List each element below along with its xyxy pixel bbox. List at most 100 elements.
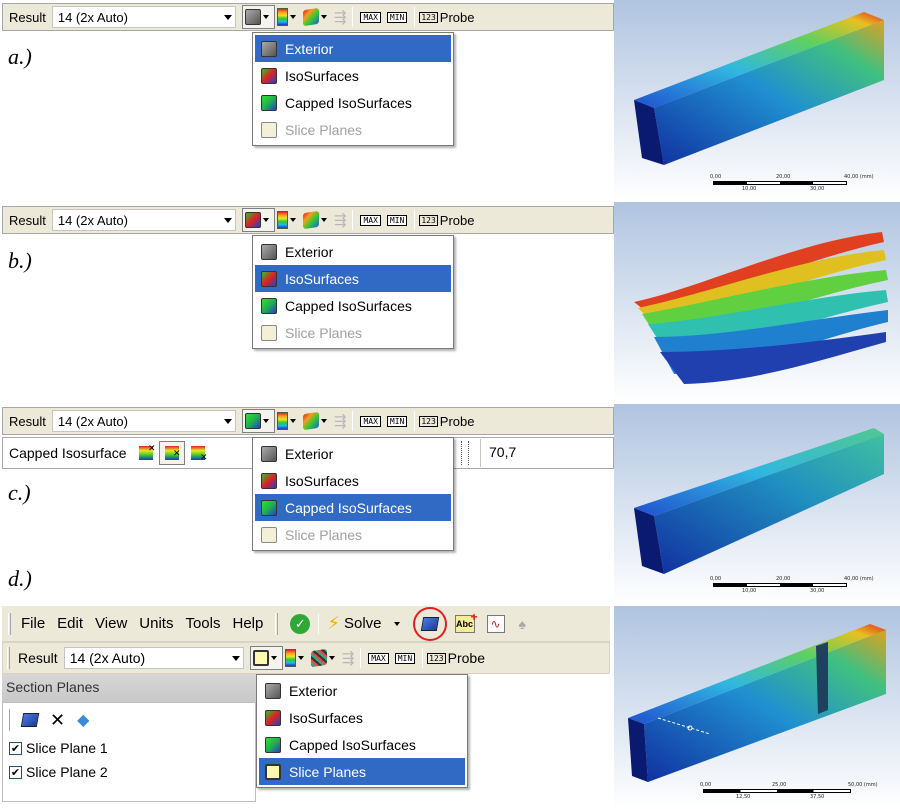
dropdown-arrow-icon bbox=[289, 419, 296, 423]
cap-bottom-button[interactable]: ✕ bbox=[185, 441, 211, 465]
show-plane-icon[interactable]: ◆ bbox=[77, 710, 89, 730]
probe-button[interactable]: 123 Probe bbox=[419, 10, 475, 25]
viewport-image-b bbox=[614, 202, 900, 402]
probe-icon: 123 bbox=[419, 11, 438, 23]
cap-top-button[interactable]: ✕ bbox=[133, 441, 159, 465]
capped-isosurface-label: Capped Isosurface bbox=[9, 445, 127, 461]
slider-handle[interactable] bbox=[461, 441, 469, 465]
slice-plane-row-1[interactable]: ✔ Slice Plane 1 bbox=[9, 740, 108, 756]
contour-button[interactable] bbox=[275, 5, 301, 29]
isosurface-value-field[interactable]: 70,7 bbox=[480, 439, 613, 467]
new-section-plane-button[interactable] bbox=[412, 606, 447, 641]
min-button[interactable]: MIN bbox=[394, 652, 416, 664]
menu-item-exterior[interactable]: Exterior bbox=[259, 677, 465, 704]
edges-button[interactable] bbox=[309, 646, 340, 670]
slice-plane-icon bbox=[261, 526, 277, 543]
vectors-button[interactable]: ⇶ bbox=[332, 409, 349, 433]
menu-item-capped-isosurfaces[interactable]: Capped IsoSurfaces bbox=[259, 731, 465, 758]
menu-help[interactable]: Help bbox=[227, 615, 270, 632]
separator bbox=[352, 210, 354, 230]
delete-icon[interactable]: ✕ bbox=[50, 710, 65, 731]
dropdown-arrow-icon bbox=[289, 218, 296, 222]
new-chart-button[interactable]: ∿ bbox=[486, 614, 505, 633]
scale-combo[interactable]: 14 (2x Auto) bbox=[51, 410, 236, 432]
menu-view[interactable]: View bbox=[89, 615, 133, 632]
dropdown-arrow-icon bbox=[270, 656, 277, 660]
new-section-plane-icon[interactable] bbox=[20, 713, 40, 727]
capped-isosurface-cube-icon bbox=[261, 499, 277, 516]
max-button[interactable]: MAX bbox=[368, 652, 389, 664]
edges-button[interactable] bbox=[301, 409, 332, 433]
menu-item-exterior[interactable]: Exterior bbox=[255, 238, 451, 265]
contour-button[interactable] bbox=[283, 646, 309, 670]
menu-edit[interactable]: Edit bbox=[51, 615, 89, 632]
dropdown-arrow-icon bbox=[320, 419, 327, 423]
menu-item-capped-isosurfaces[interactable]: Capped IsoSurfaces bbox=[255, 292, 451, 319]
menu-file[interactable]: File bbox=[15, 615, 51, 632]
vector-arrows-icon: ⇶ bbox=[333, 413, 347, 430]
toolbar-grip bbox=[8, 612, 11, 635]
menu-item-isosurfaces[interactable]: IsoSurfaces bbox=[255, 62, 451, 89]
scale-combo[interactable]: 14 (2x Auto) bbox=[63, 647, 244, 669]
edges-button[interactable] bbox=[301, 208, 332, 232]
capped-isosurface-cube-icon bbox=[261, 94, 277, 111]
edges-button[interactable] bbox=[301, 5, 332, 29]
check-icon[interactable]: ✓ bbox=[290, 613, 311, 634]
result-toolbar-b: Result 14 (2x Auto) ⇶ MAX MIN 123 Probe bbox=[2, 206, 614, 234]
separator bbox=[422, 648, 424, 668]
vectors-button[interactable]: ⇶ bbox=[332, 208, 349, 232]
solve-button[interactable]: Solve bbox=[344, 615, 382, 632]
contour-button[interactable] bbox=[275, 208, 301, 232]
menu-item-slice-planes[interactable]: Slice Planes bbox=[259, 758, 465, 785]
menu-item-isosurfaces[interactable]: IsoSurfaces bbox=[259, 704, 465, 731]
menu-item-isosurfaces[interactable]: IsoSurfaces bbox=[255, 467, 451, 494]
panel-label-b: b.) bbox=[8, 248, 32, 273]
geometry-view-button[interactable] bbox=[241, 5, 275, 29]
geometry-view-button[interactable] bbox=[249, 646, 283, 670]
geometry-view-button[interactable] bbox=[241, 208, 275, 232]
checkbox[interactable]: ✔ bbox=[9, 765, 22, 779]
viewport-image-a: 0,00 20,00 40,00 (mm) 10,00 30,00 bbox=[614, 0, 900, 200]
slice-plane-icon bbox=[265, 763, 281, 780]
menu-item-exterior[interactable]: Exterior bbox=[255, 35, 451, 62]
result-toolbar-a: Result 14 (2x Auto) ⇶ MAX MIN 123 Probe bbox=[2, 3, 614, 31]
menu-item-isosurfaces[interactable]: IsoSurfaces bbox=[255, 265, 451, 292]
menu-item-capped-isosurfaces[interactable]: Capped IsoSurfaces bbox=[255, 89, 451, 116]
vectors-button[interactable]: ⇶ bbox=[332, 5, 349, 29]
menu-tools[interactable]: Tools bbox=[179, 615, 226, 632]
checkbox[interactable]: ✔ bbox=[9, 741, 22, 755]
menu-item-capped-isosurfaces[interactable]: Capped IsoSurfaces bbox=[255, 494, 451, 521]
slice-plane-row-2[interactable]: ✔ Slice Plane 2 bbox=[9, 764, 108, 780]
min-button[interactable]: MIN bbox=[386, 415, 408, 427]
cap-middle-button[interactable]: ✕ bbox=[158, 441, 185, 465]
probe-button[interactable]: 123 Probe bbox=[419, 213, 475, 228]
max-button[interactable]: MAX bbox=[360, 415, 381, 427]
rainbow-contour-icon bbox=[276, 412, 288, 430]
vectors-button[interactable]: ⇶ bbox=[340, 646, 357, 670]
solve-dropdown-arrow-icon[interactable] bbox=[393, 621, 400, 626]
scale-combo[interactable]: 14 (2x Auto) bbox=[51, 6, 236, 28]
scale-combo[interactable]: 14 (2x Auto) bbox=[51, 209, 236, 231]
rainbow-contour-icon bbox=[284, 649, 296, 667]
thumbtack-icon: ♠ bbox=[518, 615, 526, 632]
new-annotation-button[interactable]: Abc + bbox=[454, 610, 478, 633]
panel-label-d: d.) bbox=[8, 566, 32, 591]
isosurface-cube-icon bbox=[265, 709, 281, 726]
min-button[interactable]: MIN bbox=[386, 214, 408, 226]
menu-item-exterior[interactable]: Exterior bbox=[255, 440, 451, 467]
menu-item-slice-planes: Slice Planes bbox=[255, 319, 451, 346]
geometry-view-button[interactable] bbox=[241, 409, 275, 433]
min-button[interactable]: MIN bbox=[386, 11, 408, 23]
probe-button[interactable]: 123 Probe bbox=[427, 650, 485, 666]
menu-units[interactable]: Units bbox=[133, 615, 179, 632]
chevron-down-icon bbox=[223, 419, 232, 424]
contour-button[interactable] bbox=[275, 409, 301, 433]
max-button[interactable]: MAX bbox=[360, 11, 381, 23]
rainbow-cube-icon bbox=[302, 210, 319, 230]
chevron-down-icon bbox=[231, 656, 240, 661]
separator bbox=[360, 648, 362, 668]
isosurface-cube-icon bbox=[261, 67, 277, 84]
probe-button[interactable]: 123 Probe bbox=[419, 414, 475, 429]
max-button[interactable]: MAX bbox=[360, 214, 381, 226]
result-toolbar-c: Result 14 (2x Auto) ⇶ MAX MIN 123 Probe bbox=[2, 407, 614, 435]
